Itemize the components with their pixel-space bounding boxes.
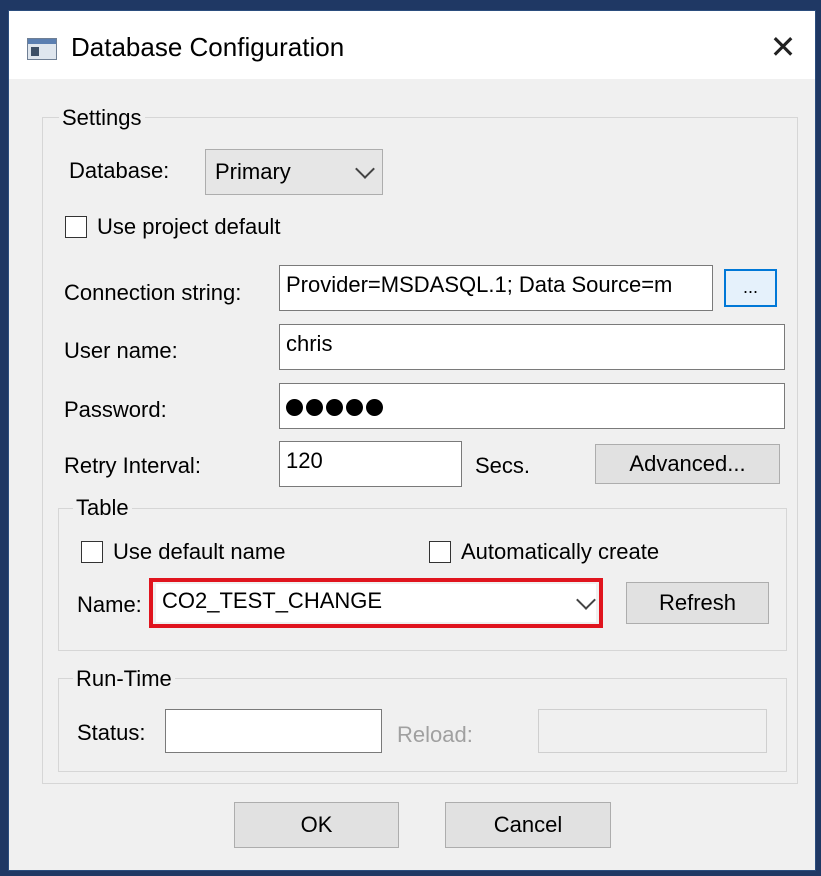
retry-interval-label: Retry Interval: [64, 453, 201, 478]
refresh-button[interactable]: Refresh [626, 582, 769, 624]
database-select-value: Primary [215, 159, 291, 184]
use-default-name-checkbox[interactable] [81, 541, 103, 563]
title-bar: Database Configuration ✕ [9, 11, 815, 79]
password-label: Password: [64, 397, 167, 422]
advanced-button[interactable]: Advanced... [595, 444, 780, 484]
runtime-legend: Run-Time [73, 666, 175, 692]
password-mask-dot [346, 398, 363, 416]
connection-browse-button[interactable]: ... [724, 269, 777, 307]
table-name-label: Name: [77, 592, 142, 617]
settings-legend: Settings [59, 105, 145, 131]
password-input[interactable] [279, 383, 785, 429]
use-project-default-checkbox[interactable] [65, 216, 87, 238]
user-name-input[interactable]: chris [279, 324, 785, 370]
retry-interval-input[interactable]: 120 [279, 441, 462, 487]
use-default-name-label: Use default name [113, 539, 286, 564]
password-mask-dot [286, 398, 303, 416]
connection-string-label: Connection string: [64, 280, 242, 305]
password-mask-dot [306, 398, 323, 416]
password-mask-dot [366, 398, 383, 416]
table-name-value: CO2_TEST_CHANGE [162, 588, 383, 613]
connection-string-input[interactable]: Provider=MSDASQL.1; Data Source=m [279, 265, 713, 311]
automatically-create-label: Automatically create [461, 539, 660, 564]
use-project-default-label: Use project default [97, 214, 281, 239]
table-name-combobox[interactable]: CO2_TEST_CHANGE [156, 584, 596, 622]
cancel-button[interactable]: Cancel [445, 802, 611, 848]
automatically-create-checkbox[interactable] [429, 541, 451, 563]
chevron-down-icon [576, 590, 596, 610]
secs-label: Secs. [475, 453, 531, 478]
database-select[interactable]: Primary [205, 149, 383, 195]
ok-button[interactable]: OK [234, 802, 399, 848]
window-title: Database Configuration [71, 32, 345, 62]
status-input[interactable] [165, 709, 382, 753]
password-mask-dot [326, 398, 343, 416]
database-label: Database: [69, 158, 170, 183]
table-legend: Table [73, 495, 132, 521]
chevron-down-icon [355, 159, 375, 179]
user-name-label: User name: [64, 338, 178, 363]
reload-input [538, 709, 767, 753]
window-app-icon [27, 38, 57, 60]
close-icon[interactable]: ✕ [763, 27, 803, 67]
database-configuration-dialog: Database Configuration ✕ Settings Databa… [8, 10, 816, 871]
status-label: Status: [77, 720, 146, 745]
reload-label: Reload: [397, 722, 473, 747]
